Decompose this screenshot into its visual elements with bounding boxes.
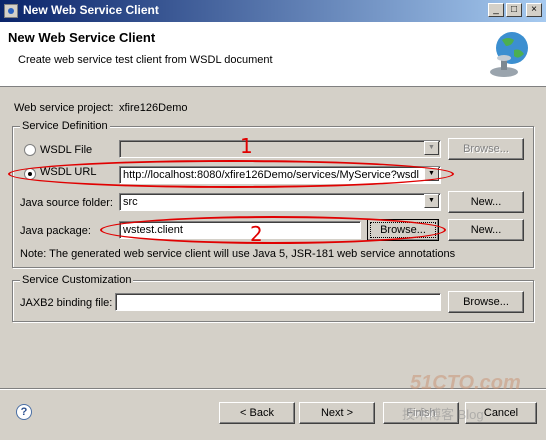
window-title: New Web Service Client: [23, 3, 159, 17]
java-package-label: Java package:: [20, 225, 91, 237]
help-icon[interactable]: ?: [16, 404, 32, 420]
title-bar: New Web Service Client _ □ ×: [0, 0, 546, 22]
next-button[interactable]: Next >: [299, 402, 375, 424]
wsdl-file-combo[interactable]: [119, 140, 441, 158]
annotation-oval-wsdl-url: [8, 160, 454, 188]
java-source-new-button[interactable]: New...: [448, 191, 524, 213]
note-text: Note: The generated web service client w…: [20, 248, 456, 260]
service-customization-title: Service Customization: [20, 274, 134, 286]
web-service-globe-icon: [490, 32, 528, 77]
page-description: Create web service test client from WSDL…: [18, 54, 273, 66]
back-button[interactable]: < Back: [219, 402, 295, 424]
watermark-line2: 技术博客 Blog: [402, 407, 484, 422]
jaxb-binding-label: JAXB2 binding file:: [20, 297, 113, 309]
dialog-window: New Web Service Client _ □ × New Web Ser…: [0, 0, 546, 440]
java-source-combo[interactable]: src: [119, 193, 441, 211]
maximize-button[interactable]: □: [506, 3, 522, 17]
project-label: Web service project:: [14, 102, 114, 114]
java-package-new-button[interactable]: New...: [448, 219, 524, 241]
wsdl-file-radio[interactable]: [24, 144, 36, 156]
app-icon: [4, 4, 18, 18]
watermark-line1: 51CTO.com: [410, 372, 521, 394]
close-button[interactable]: ×: [526, 3, 542, 17]
minimize-button[interactable]: _: [488, 3, 504, 17]
header-banner: New Web Service Client Create web servic…: [0, 22, 546, 87]
service-definition-title: Service Definition: [20, 120, 110, 132]
jaxb-binding-field[interactable]: [115, 293, 441, 311]
jaxb-browse-button[interactable]: Browse...: [448, 291, 524, 313]
java-source-label: Java source folder:: [20, 197, 113, 209]
chevron-down-icon[interactable]: ▼: [424, 141, 439, 155]
wsdl-file-browse-button[interactable]: Browse...: [448, 138, 524, 160]
annotation-mark-2: 2: [250, 222, 263, 246]
page-title: New Web Service Client: [8, 30, 156, 45]
annotation-oval-java-package: [100, 216, 446, 244]
wsdl-file-label: WSDL File: [40, 144, 93, 156]
project-value: xfire126Demo: [119, 102, 188, 114]
annotation-mark-1: 1: [240, 134, 253, 158]
chevron-down-icon[interactable]: ▼: [424, 194, 439, 208]
